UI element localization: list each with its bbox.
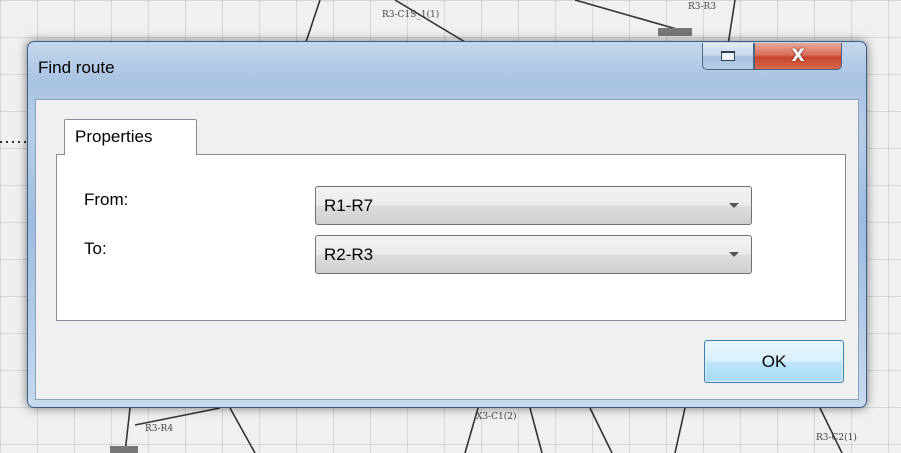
dialog-title: Find route (38, 58, 115, 77)
graph-edge (134, 407, 221, 426)
from-select-value: R1-R7 (324, 196, 374, 215)
chevron-down-icon (729, 203, 739, 208)
graph-edge (574, 0, 681, 31)
graph-edge (674, 407, 686, 453)
graph-edge (819, 407, 843, 453)
close-button[interactable]: X (754, 43, 842, 70)
ok-button-label: OK (761, 352, 787, 371)
restore-button[interactable] (702, 43, 754, 70)
graph-edge (229, 407, 256, 453)
to-label: To: (84, 239, 107, 258)
edge-label: R3-C1S_1(1) (382, 10, 440, 20)
to-select-value: R2-R3 (324, 245, 374, 264)
edge-label: R3-R4 (145, 424, 174, 434)
from-select[interactable]: R1-R7 (315, 186, 752, 225)
from-label: From: (84, 190, 129, 209)
edge-label: X3-C1(2) (476, 412, 517, 422)
ok-button[interactable]: OK (704, 340, 844, 383)
properties-panel: From: R1-R7 To: R2-R3 (56, 154, 846, 321)
tab-properties-label: Properties (75, 127, 153, 146)
edge-label: R3-C2(1) (816, 433, 857, 443)
restore-icon (721, 51, 735, 61)
edge-label: R3-R3 (688, 2, 717, 12)
graph-node (110, 446, 138, 453)
to-select[interactable]: R2-R3 (315, 235, 752, 274)
graph-edge (394, 0, 471, 46)
find-route-dialog: Find route X Properties From: R1-R7 To: … (27, 41, 867, 408)
tab-properties[interactable]: Properties (64, 119, 197, 155)
graph-edge (727, 0, 736, 46)
graph-node (658, 28, 692, 36)
graph-edge (529, 407, 543, 453)
close-icon: X (791, 46, 805, 66)
graph-edge (304, 0, 321, 46)
dialog-client-area: Properties From: R1-R7 To: R2-R3 OK (35, 99, 859, 400)
chevron-down-icon (729, 252, 739, 257)
graph-edge (589, 407, 613, 453)
